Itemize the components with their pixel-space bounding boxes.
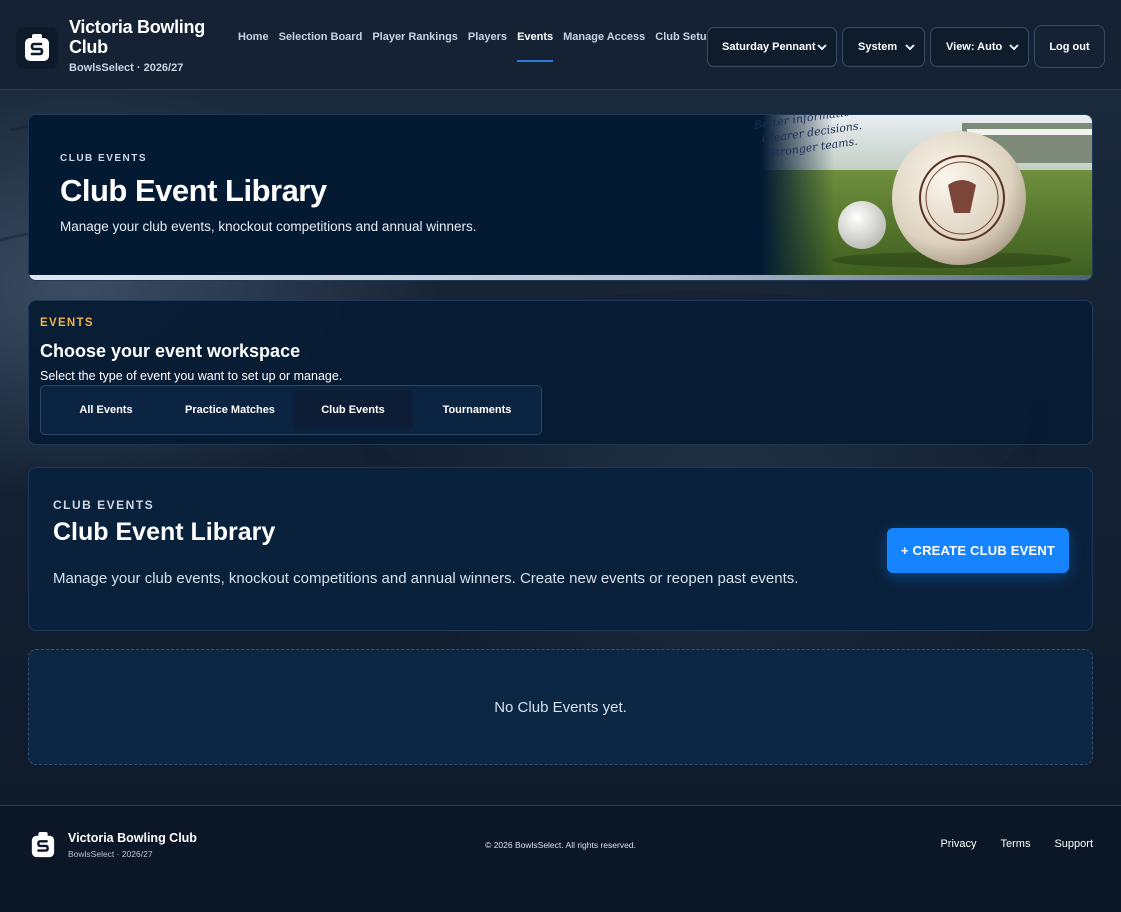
footer-link-terms[interactable]: Terms [1001, 838, 1031, 850]
footer: Victoria Bowling Club BowlsSelect · 2026… [0, 805, 1121, 912]
workspace-title: Choose your event workspace [40, 341, 301, 361]
logout-button[interactable]: Log out [1034, 25, 1105, 68]
tab-all-events[interactable]: All Events [45, 390, 167, 430]
brand[interactable]: Victoria Bowling Club BowlsSelect · 2026… [16, 17, 209, 74]
footer-link-support[interactable]: Support [1054, 838, 1093, 850]
view-select-value: View: Auto [946, 41, 1003, 53]
hero-banner: CLUB EVENTS Club Event Library Manage yo… [28, 114, 1093, 281]
theme-select[interactable]: System [842, 27, 925, 67]
nav-player-rankings[interactable]: Player Rankings [372, 31, 458, 43]
create-club-event-button[interactable]: + CREATE CLUB EVENT [887, 528, 1069, 573]
nav-players[interactable]: Players [468, 31, 507, 43]
brand-name: Victoria Bowling Club [69, 17, 205, 57]
bowls-select-logo-icon [16, 27, 58, 69]
hero-description: Manage your club events, knockout compet… [60, 219, 477, 234]
event-type-tabs: All Events Practice Matches Club Events … [40, 385, 542, 435]
library-description: Manage your club events, knockout compet… [53, 570, 799, 587]
tab-practice-matches[interactable]: Practice Matches [167, 390, 293, 430]
tab-club-events[interactable]: Club Events [293, 390, 413, 430]
library-eyebrow: CLUB EVENTS [53, 498, 155, 512]
nav-events[interactable]: Events [517, 31, 554, 62]
nav-club-setup[interactable]: Club Setup [655, 31, 713, 43]
empty-state-text: No Club Events yet. [494, 698, 627, 716]
view-select[interactable]: View: Auto [930, 27, 1029, 67]
hero-title: Club Event Library [60, 173, 327, 208]
footer-brand-subtitle: BowlsSelect · 2026/27 [68, 849, 153, 859]
workspace-description: Select the type of event you want to set… [40, 369, 343, 383]
footer-link-privacy[interactable]: Privacy [940, 838, 976, 850]
empty-state: No Club Events yet. [28, 649, 1093, 765]
hero-accent-bar [29, 275, 1092, 280]
workspace-eyebrow: EVENTS [40, 317, 94, 329]
nav-home[interactable]: Home [238, 31, 269, 43]
nav-selection-board[interactable]: Selection Board [279, 31, 363, 43]
main-nav: Home Selection Board Player Rankings Pla… [238, 31, 713, 62]
club-event-library-card: CLUB EVENTS Club Event Library Manage yo… [28, 467, 1093, 631]
theme-select-value: System [858, 41, 898, 53]
chevron-down-icon [817, 44, 827, 51]
top-header: Victoria Bowling Club BowlsSelect · 2026… [0, 0, 1121, 90]
hero-eyebrow: CLUB EVENTS [60, 153, 148, 164]
footer-links: Privacy Terms Support [940, 838, 1093, 850]
chevron-down-icon [1009, 44, 1019, 51]
nav-manage-access[interactable]: Manage Access [563, 31, 645, 43]
competition-select-value: Saturday Pennant [722, 41, 816, 53]
chevron-down-icon [905, 44, 915, 51]
event-workspace-card: EVENTS Choose your event workspace Selec… [28, 300, 1093, 445]
tab-tournaments[interactable]: Tournaments [413, 390, 541, 430]
brand-subtitle: BowlsSelect · 2026/27 [69, 62, 184, 74]
competition-select[interactable]: Saturday Pennant [707, 27, 837, 67]
library-title: Club Event Library [53, 518, 276, 546]
